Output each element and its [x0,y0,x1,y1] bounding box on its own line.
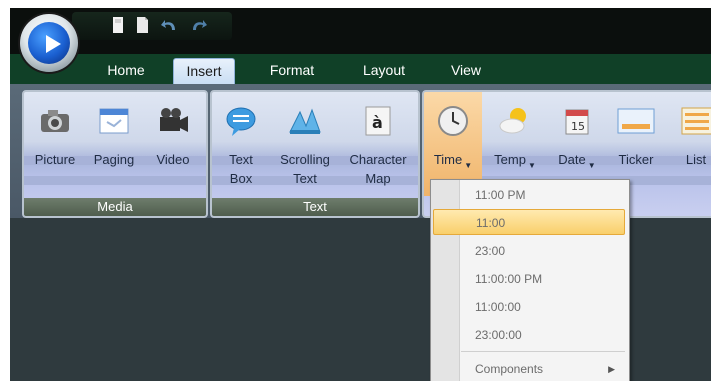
character-map-icon: à [361,104,395,138]
ticker-icon [617,104,655,138]
menu-item-time-format[interactable]: 11:00:00 [461,294,625,320]
temp-label-text: Temp [494,152,526,167]
scrolling-text-icon [288,104,322,138]
menu-item-time-format[interactable]: 11:00 PM [461,182,625,208]
application-menu-button[interactable] [20,14,78,72]
clock-icon [436,104,470,138]
media-group-label: Media [24,198,206,216]
video-camera-icon [156,104,190,138]
text-box-icon [224,104,258,138]
tab-layout[interactable]: Layout [348,58,420,84]
scrolling-text-label-line2: Text [293,171,317,186]
undo-icon[interactable] [160,15,180,35]
text-box-button[interactable]: Text Box [214,92,268,196]
date-label-text: Date [558,152,586,167]
picture-button[interactable]: Picture [26,92,84,196]
scrolling-text-button[interactable]: Scrolling Text [268,92,342,196]
list-label: List [685,152,707,167]
character-map-button[interactable]: à Character Map [342,92,414,196]
ticker-label: Ticker [618,152,654,167]
time-format-menu: 11:00 PM 11:00 23:00 11:00:00 PM 11:00:0… [430,179,630,381]
scrolling-text-label-line1: Scrolling [280,152,330,167]
paging-label: Paging [93,152,135,167]
camera-icon [38,104,72,138]
redo-icon[interactable] [188,15,208,35]
chevron-down-icon: ▼ [527,161,536,170]
picture-label: Picture [34,152,76,167]
text-box-label: Text Box [214,150,268,188]
time-label: Time ▼ [424,150,482,175]
chevron-down-icon: ▼ [587,161,596,170]
menu-item-time-format-selected[interactable]: 11:00 [433,209,625,235]
tab-insert[interactable]: Insert [173,58,235,85]
list-button[interactable]: List [668,92,711,196]
svg-text:à: à [372,113,383,132]
text-group-label: Text [212,198,418,216]
menu-item-time-format[interactable]: 23:00 [461,238,625,264]
menu-item-time-format[interactable]: 23:00:00 [461,322,625,348]
text-group: Text Box Scrolling Text à Character Map Tex… [210,90,420,218]
menu-item-components[interactable]: Components ▶ [461,356,625,381]
tab-home[interactable]: Home [96,58,156,84]
character-map-label: Character Map [342,150,414,188]
paging-icon [97,104,131,138]
quick-access-toolbar [72,12,232,40]
components-label: Components [475,362,544,376]
tab-format[interactable]: Format [256,58,328,84]
weather-icon [498,104,532,138]
save-icon[interactable] [108,15,128,35]
menu-item-time-format[interactable]: 11:00:00 PM [461,266,625,292]
video-button[interactable]: Video [144,92,202,196]
media-group: Picture Paging Video Media [22,90,208,218]
date-label: Date ▼ [548,150,606,175]
text-box-label-line1: Text [229,152,253,167]
menu-separator [461,351,625,352]
tab-view[interactable]: View [438,58,494,84]
scrolling-text-label: Scrolling Text [268,150,342,188]
paging-button[interactable]: Paging [84,92,144,196]
application-window: Home Insert Format Layout View Picture P… [10,8,711,381]
play-icon [28,22,70,64]
temp-label: Temp ▼ [484,150,546,175]
submenu-arrow-icon: ▶ [608,364,615,374]
time-label-text: Time [433,152,463,167]
ribbon-tab-bar: Home Insert Format Layout View [10,54,711,85]
character-map-label-line1: Character [349,152,407,167]
text-box-label-line2: Box [229,171,253,186]
video-label: Video [156,152,190,167]
list-icon [679,104,711,138]
calendar-icon: 15 [560,104,594,138]
character-map-label-line2: Map [365,171,391,186]
new-document-icon[interactable] [132,15,152,35]
title-bar [10,8,711,54]
svg-text:15: 15 [571,120,585,133]
chevron-down-icon: ▼ [464,161,473,170]
